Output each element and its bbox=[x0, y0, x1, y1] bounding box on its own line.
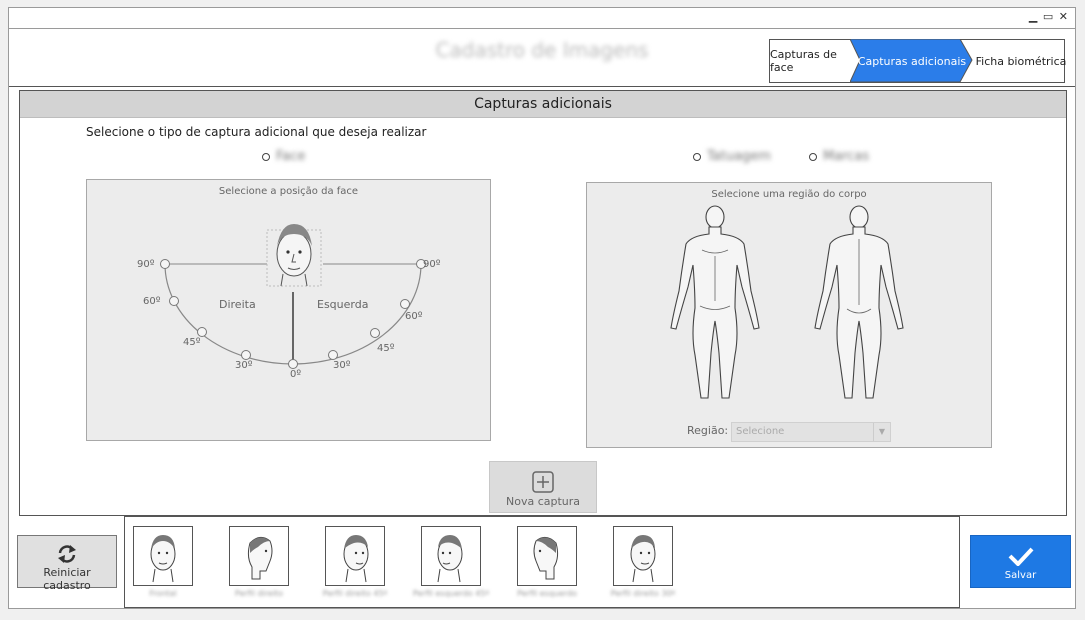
body-region-box: Selecione uma região do corpo Região: Se… bbox=[586, 182, 992, 448]
angle-point-right-45[interactable] bbox=[370, 328, 380, 338]
angle-point-left-45[interactable] bbox=[197, 327, 207, 337]
body-back-figure[interactable] bbox=[814, 205, 904, 399]
esquerda-label: Esquerda bbox=[317, 298, 369, 311]
add-icon bbox=[532, 471, 554, 493]
refresh-icon bbox=[58, 545, 76, 563]
angle-label-center-0: 0º bbox=[290, 369, 302, 380]
face-position-box: Selecione a posição da face 90º 60º 45º … bbox=[86, 179, 491, 441]
capturas-adicionais-panel: Capturas adicionais Selecione o tipo de … bbox=[19, 90, 1067, 516]
thumbnail-frontal[interactable] bbox=[133, 526, 193, 586]
maximize-icon[interactable]: ▭ bbox=[1043, 10, 1054, 23]
angle-label-left-60: 60º bbox=[143, 296, 161, 307]
face-profile-left-icon bbox=[533, 537, 559, 580]
reiniciar-cadastro-button[interactable]: Reiniciar cadastro bbox=[17, 535, 117, 592]
radio-circle-icon bbox=[693, 152, 701, 161]
captures-thumbnail-strip: Frontal Perfil direito Perfil direito 45… bbox=[124, 516, 960, 608]
radio-circle-icon bbox=[262, 152, 270, 161]
angle-label-right-45: 45º bbox=[377, 343, 395, 354]
angle-label-right-60: 60º bbox=[405, 311, 423, 322]
angle-label-left-30: 30º bbox=[235, 360, 253, 371]
step-ficha-biometrica[interactable]: Ficha biométrica bbox=[970, 40, 1067, 82]
step-capturas-adicionais[interactable]: Capturas adicionais bbox=[850, 39, 973, 83]
direita-label: Direita bbox=[219, 298, 256, 311]
nova-captura-button[interactable]: Nova captura bbox=[489, 461, 597, 513]
radio-tatuagem-label: Tatuagem bbox=[707, 149, 771, 164]
minimize-icon[interactable]: ▁ bbox=[1029, 10, 1038, 23]
chevron-down-icon: ▼ bbox=[873, 423, 890, 441]
angle-point-center-0[interactable] bbox=[288, 359, 298, 369]
radio-circle-icon bbox=[809, 152, 817, 161]
angle-point-right-60[interactable] bbox=[400, 299, 410, 309]
face-slight-right-icon bbox=[630, 535, 656, 583]
angle-point-left-60[interactable] bbox=[169, 296, 179, 306]
face-head-icon bbox=[266, 224, 322, 287]
face-three-quarter-left-icon bbox=[437, 535, 463, 583]
radio-face-label: Face bbox=[276, 149, 306, 164]
instruction-text: Selecione o tipo de captura adicional qu… bbox=[86, 125, 427, 139]
angle-label-left-90: 90º bbox=[137, 259, 155, 270]
step-capturas-de-face[interactable]: Capturas de face bbox=[770, 40, 854, 82]
salvar-button[interactable]: Salvar bbox=[970, 535, 1071, 588]
body-diagram bbox=[670, 205, 904, 399]
thumbnail-perfil-direito[interactable] bbox=[229, 526, 289, 586]
thumbnail-perfil-direito-45[interactable] bbox=[325, 526, 385, 586]
thumbnail-label: Perfil esquerdo 45º bbox=[412, 589, 490, 598]
angle-point-left-30[interactable] bbox=[241, 350, 251, 360]
face-profile-right-icon bbox=[247, 537, 273, 580]
face-angle-diagram bbox=[160, 224, 426, 369]
thumbnail-perfil-direito-30[interactable] bbox=[613, 526, 673, 586]
angle-label-right-90: 90º bbox=[423, 259, 441, 270]
thumbnail-label: Perfil direito 45º bbox=[322, 589, 388, 598]
angle-point-right-30[interactable] bbox=[328, 350, 338, 360]
regiao-select[interactable]: Selecione ▼ bbox=[731, 422, 891, 442]
angle-point-left-90[interactable] bbox=[160, 259, 170, 269]
radio-marcas-label: Marcas bbox=[823, 149, 870, 164]
checkmark-icon bbox=[1008, 547, 1033, 566]
window-controls: ▁ ▭ ✕ bbox=[1029, 10, 1069, 23]
angle-label-left-45: 45º bbox=[183, 337, 201, 348]
radio-tatuagem[interactable]: Tatuagem bbox=[693, 149, 771, 164]
thumbnail-label: Perfil direito bbox=[234, 589, 284, 598]
radio-marcas[interactable]: Marcas bbox=[809, 149, 869, 164]
close-icon[interactable]: ✕ bbox=[1059, 10, 1069, 23]
stepper: Capturas de face Capturas adicionais Fic… bbox=[769, 39, 1067, 83]
thumbnail-label: Perfil esquerdo bbox=[517, 589, 577, 598]
titlebar-divider bbox=[9, 28, 1075, 29]
radio-face[interactable]: Face bbox=[262, 149, 305, 164]
face-front-icon bbox=[150, 535, 176, 583]
panel-heading: Capturas adicionais bbox=[20, 91, 1066, 118]
face-three-quarter-right-icon bbox=[343, 535, 369, 583]
thumbnail-perfil-esquerdo-45[interactable] bbox=[421, 526, 481, 586]
header-divider bbox=[9, 86, 1075, 87]
body-front-figure[interactable] bbox=[670, 205, 760, 399]
thumbnail-label: Frontal bbox=[149, 589, 177, 598]
angle-label-right-30: 30º bbox=[333, 360, 351, 371]
regiao-label: Região: bbox=[687, 424, 729, 437]
thumbnail-label: Perfil direito 30º bbox=[610, 589, 676, 598]
thumbnail-perfil-esquerdo[interactable] bbox=[517, 526, 577, 586]
